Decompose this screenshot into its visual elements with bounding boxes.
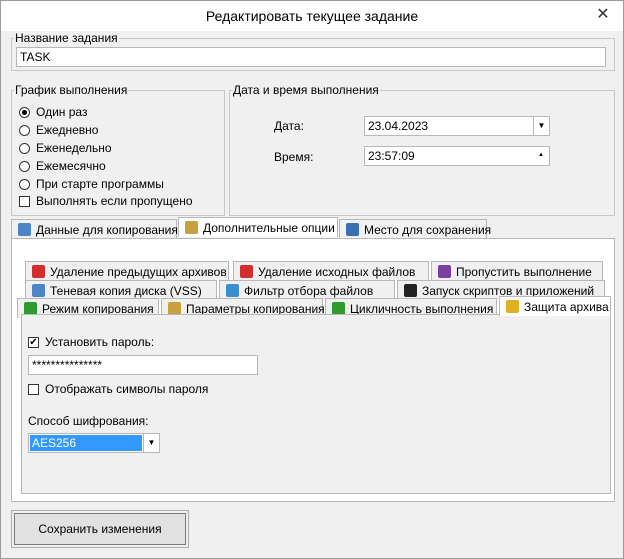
chevron-down-icon[interactable]: ▼ (533, 117, 549, 135)
tab-label: Защита архива (524, 299, 609, 314)
schedule-option-0[interactable]: Один раз (19, 104, 87, 120)
tab-data[interactable]: Данные для копирования (11, 219, 178, 239)
title-bar: Редактировать текущее задание ✕ (1, 1, 623, 31)
schedule-option-2[interactable]: Еженедельно (19, 140, 112, 156)
tab-shadow-copy[interactable]: Теневая копия диска (VSS) (25, 280, 217, 300)
schedule-option-4[interactable]: При старте программы (19, 176, 164, 192)
schedule-option-label: При старте программы (36, 177, 164, 191)
time-label: Время: (274, 150, 314, 164)
date-picker[interactable]: 23.04.2023 ▼ (364, 116, 550, 136)
checkbox-box[interactable] (19, 195, 30, 207)
run-if-missed-checkbox[interactable]: Выполнять если пропущено (19, 193, 193, 209)
schedule-option-label: Ежемесячно (36, 159, 106, 173)
save-location-icon (346, 223, 359, 236)
tab-skip[interactable]: Пропустить выполнение (431, 261, 603, 281)
tab-save-location[interactable]: Место для сохранения (339, 219, 491, 239)
radio-button-icon[interactable] (19, 142, 30, 154)
tab-label: Фильтр отбора файлов (244, 283, 374, 298)
radio-button-icon[interactable] (19, 160, 30, 172)
tab-label: Теневая копия диска (VSS) (50, 283, 202, 298)
radio-button-icon[interactable] (19, 178, 30, 190)
encryption-label: Способ шифрования: (28, 414, 149, 428)
tab-filter[interactable]: Фильтр отбора файлов (219, 280, 395, 300)
password-input[interactable]: *************** (28, 355, 258, 375)
date-value: 23.04.2023 (368, 119, 429, 133)
tab-label: Удаление предыдущих архивов (50, 264, 227, 279)
tab-label: Данные для копирования (36, 222, 178, 237)
date-label: Дата: (274, 119, 304, 133)
set-password-label: Установить пароль: (45, 335, 155, 349)
time-spinner[interactable]: ▲ ▼ (533, 147, 549, 165)
time-value: 23:57:09 (368, 149, 415, 163)
tab-delete-archives[interactable]: Удаление предыдущих архивов (25, 261, 229, 281)
datetime-legend: Дата и время выполнения (233, 83, 379, 97)
lock-icon (506, 300, 519, 313)
shadow-copy-icon (32, 284, 45, 297)
show-password-label: Отображать символы пароля (45, 382, 209, 396)
spin-down-icon[interactable]: ▼ (538, 163, 544, 165)
tab-label: Дополнительные опции (203, 220, 335, 235)
skip-icon (438, 265, 451, 278)
tab-lock[interactable]: Защита архива (499, 296, 611, 316)
schedule-option-1[interactable]: Ежедневно (19, 122, 98, 138)
spin-up-icon[interactable]: ▲ (538, 147, 544, 163)
schedule-option-3[interactable]: Ежемесячно (19, 158, 106, 174)
tab-delete-source[interactable]: Удаление исходных файлов (233, 261, 429, 281)
task-name-legend: Название задания (15, 31, 118, 45)
task-name-input[interactable]: TASK (16, 47, 606, 67)
delete-source-icon (240, 265, 253, 278)
tab-options[interactable]: Дополнительные опции (178, 217, 338, 237)
tab-label: Пропустить выполнение (456, 264, 592, 279)
schedule-option-label: Еженедельно (36, 141, 112, 155)
radio-button-icon[interactable] (19, 124, 30, 136)
tab-label: Место для сохранения (364, 222, 492, 237)
run-if-missed-label: Выполнять если пропущено (36, 194, 193, 208)
dialog-window: Редактировать текущее задание ✕ Название… (0, 0, 624, 559)
checkbox-box[interactable] (28, 383, 39, 395)
checkbox-checked-icon[interactable]: ✔ (28, 336, 39, 348)
schedule-option-label: Ежедневно (36, 123, 99, 137)
tab-label: Удаление исходных файлов (258, 264, 416, 279)
encryption-value: AES256 (30, 435, 142, 451)
save-changes-button[interactable]: Сохранить изменения (14, 513, 186, 545)
radio-button-icon[interactable] (19, 106, 30, 118)
schedule-option-label: Один раз (36, 105, 88, 119)
data-icon (18, 223, 31, 236)
show-password-checkbox[interactable]: Отображать символы пароля (28, 381, 208, 397)
time-input[interactable]: 23:57:09 ▲ ▼ (364, 146, 550, 166)
chevron-down-icon[interactable]: ▼ (143, 434, 159, 452)
filter-icon (226, 284, 239, 297)
set-password-checkbox[interactable]: ✔ Установить пароль: (28, 334, 154, 350)
encryption-select[interactable]: AES256 ▼ (28, 433, 160, 453)
schedule-legend: График выполнения (15, 83, 128, 97)
script-icon (404, 284, 417, 297)
window-title: Редактировать текущее задание (205, 8, 419, 24)
options-icon (185, 221, 198, 234)
delete-archives-icon (32, 265, 45, 278)
close-icon[interactable]: ✕ (591, 5, 615, 25)
